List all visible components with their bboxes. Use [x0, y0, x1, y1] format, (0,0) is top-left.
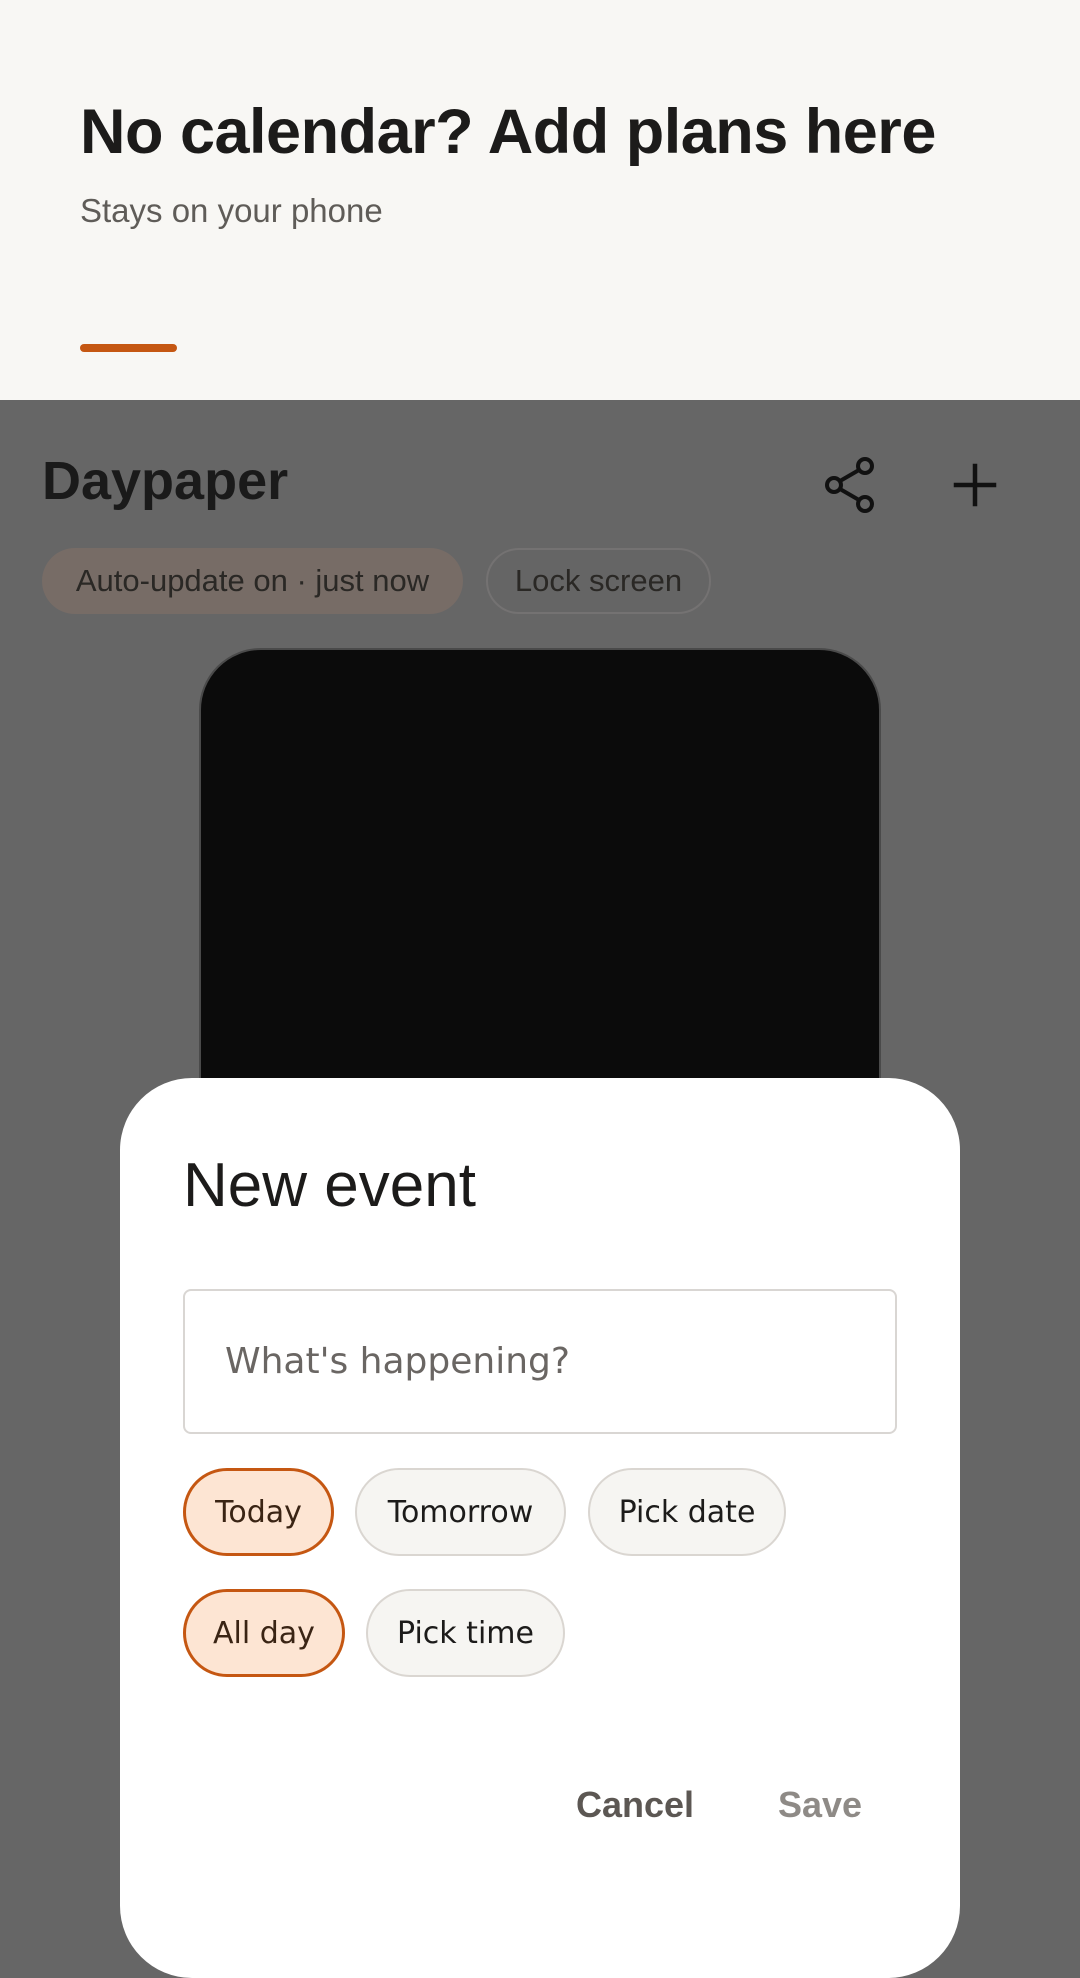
- time-chip-all-day[interactable]: All day: [183, 1589, 345, 1677]
- dialog-title: New event: [183, 1151, 476, 1220]
- banner-subtitle: Stays on your phone: [80, 192, 383, 229]
- app-title: Daypaper: [42, 451, 289, 511]
- share-button[interactable]: [810, 445, 890, 525]
- date-chip-today[interactable]: Today: [183, 1468, 334, 1556]
- auto-update-chip[interactable]: Auto-update on · just now: [42, 548, 463, 614]
- lock-screen-chip[interactable]: Lock screen: [486, 548, 711, 614]
- cancel-button[interactable]: Cancel: [560, 1770, 710, 1840]
- date-chip-tomorrow[interactable]: Tomorrow: [355, 1468, 566, 1556]
- banner-title: No calendar? Add plans here: [80, 97, 936, 167]
- wallpaper-preview: [199, 648, 881, 1108]
- onboarding-banner: No calendar? Add plans here Stays on you…: [0, 0, 1080, 400]
- new-event-dialog: New event Today Tomorrow Pick date All d…: [120, 1078, 960, 1978]
- date-chip-pick-date[interactable]: Pick date: [588, 1468, 786, 1556]
- save-button[interactable]: Save: [755, 1770, 885, 1840]
- share-icon: [825, 457, 874, 513]
- banner-progress-indicator: [80, 344, 177, 352]
- time-chip-pick-time[interactable]: Pick time: [366, 1589, 565, 1677]
- event-title-input[interactable]: [183, 1289, 897, 1434]
- add-button[interactable]: [935, 445, 1015, 525]
- plus-icon: [953, 463, 997, 507]
